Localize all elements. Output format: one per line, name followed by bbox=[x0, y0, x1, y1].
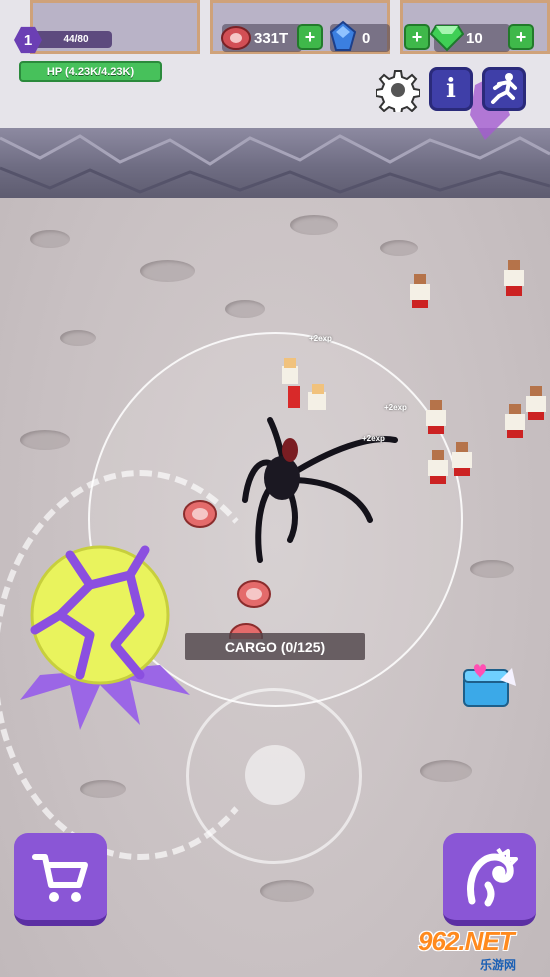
heart-chest-icon[interactable] bbox=[460, 660, 520, 710]
running-man-icon bbox=[491, 73, 517, 104]
human-enemy[interactable] bbox=[448, 440, 476, 480]
ground-crater bbox=[140, 260, 195, 282]
cracked-egg-orb[interactable] bbox=[20, 535, 200, 735]
green-gem-counter: 10 bbox=[430, 24, 510, 52]
watermark-logo: 962.NET bbox=[418, 926, 515, 956]
xp-progress-bar: 44/80 bbox=[30, 31, 112, 48]
info-button[interactable]: i bbox=[429, 67, 473, 111]
add-blue-gem-button[interactable]: + bbox=[404, 24, 430, 50]
ground-crater bbox=[260, 880, 314, 902]
blue-gem-icon bbox=[329, 20, 357, 51]
add-green-gem-button[interactable]: + bbox=[508, 24, 534, 50]
hp-bar: HP (4.23K/4.23K) bbox=[19, 61, 162, 82]
meat-icon bbox=[221, 26, 251, 50]
human-enemy[interactable] bbox=[418, 398, 454, 438]
add-meat-button[interactable]: + bbox=[297, 24, 323, 50]
ground-crater bbox=[470, 560, 514, 578]
cart-icon bbox=[31, 853, 88, 902]
info-icon: i bbox=[446, 74, 456, 104]
ground-crater bbox=[20, 430, 70, 450]
ground-crater bbox=[290, 215, 338, 235]
gear-icon[interactable] bbox=[376, 68, 420, 112]
ground-crater bbox=[30, 230, 70, 248]
meat-counter: 331T bbox=[221, 24, 302, 52]
grabbed-human bbox=[282, 358, 326, 410]
meat-pickup[interactable] bbox=[236, 578, 272, 610]
site-watermark: 962.NET 乐游网 bbox=[418, 926, 548, 974]
joystick-knob[interactable] bbox=[245, 745, 305, 805]
monster-head-icon bbox=[466, 847, 518, 906]
ground-crater bbox=[420, 760, 472, 782]
cargo-label: CARGO (0/125) bbox=[185, 633, 365, 660]
human-enemy[interactable] bbox=[402, 272, 438, 312]
blue-gem-counter: 0 bbox=[329, 20, 390, 52]
ground-crater bbox=[380, 240, 418, 256]
watermark-subtitle: 乐游网 bbox=[480, 958, 517, 972]
exp-popup: +2exp bbox=[362, 434, 385, 443]
exp-popup: +2exp bbox=[384, 403, 407, 412]
ground-crater bbox=[225, 300, 265, 318]
human-enemy[interactable] bbox=[522, 384, 550, 424]
exp-popup: +2exp bbox=[309, 334, 332, 343]
human-enemy[interactable] bbox=[496, 258, 532, 300]
green-gem-icon bbox=[430, 25, 464, 52]
move-button[interactable] bbox=[482, 67, 526, 111]
ground-crater bbox=[60, 330, 96, 346]
meat-pickup[interactable] bbox=[182, 498, 218, 530]
game-scene[interactable]: +2exp +2exp +2exp CARGO (0/125) 44/80 1 … bbox=[0, 0, 550, 977]
evolve-button[interactable] bbox=[443, 833, 536, 926]
shop-button[interactable] bbox=[14, 833, 107, 926]
